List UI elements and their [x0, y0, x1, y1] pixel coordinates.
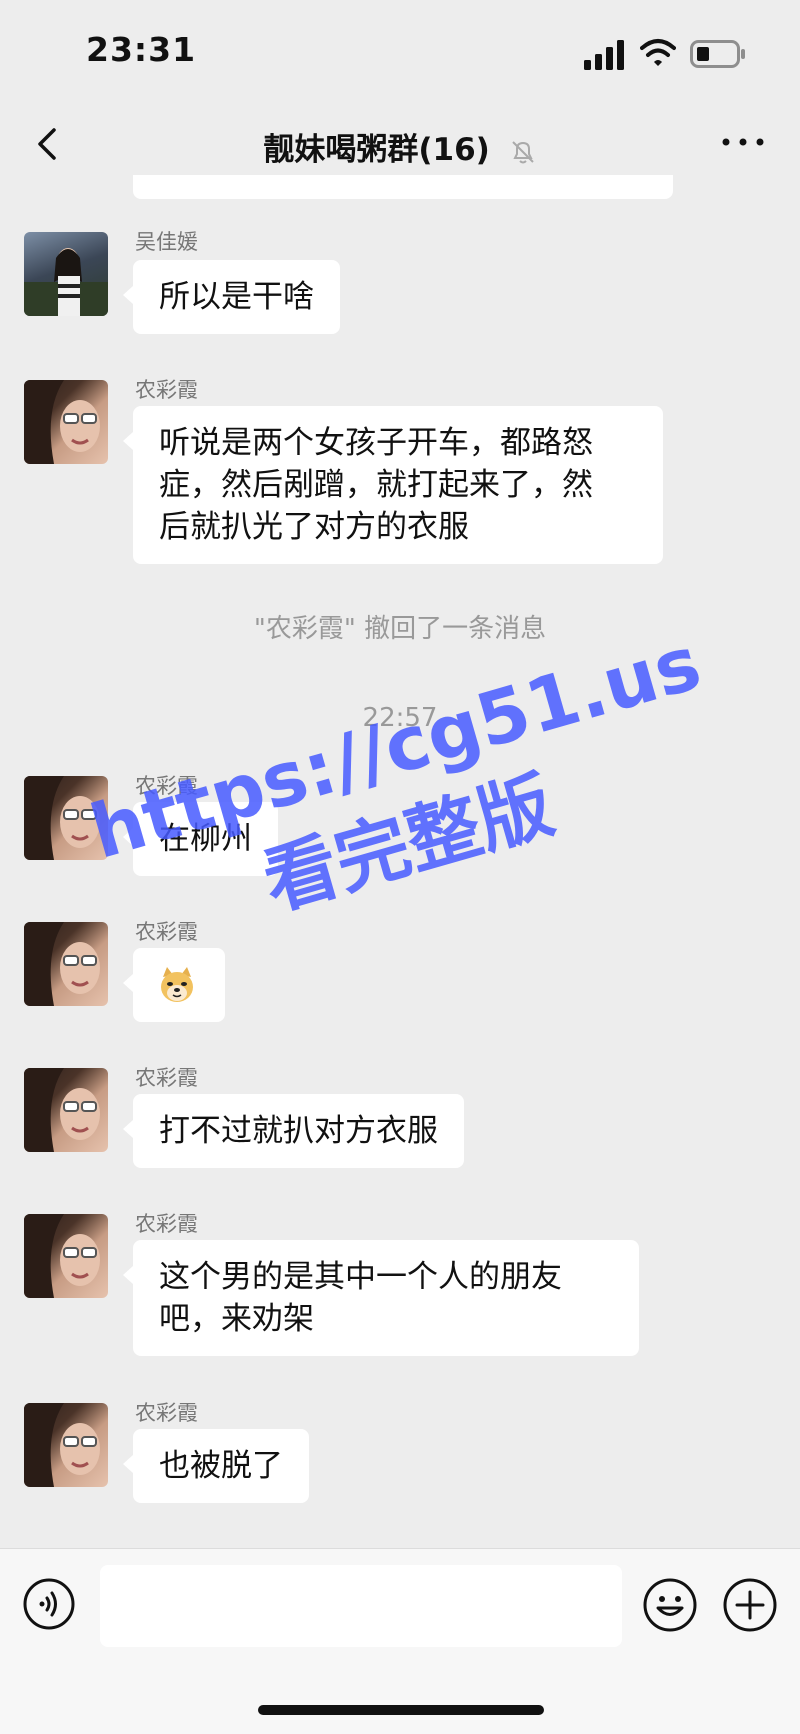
timestamp: 22:57: [362, 703, 438, 733]
message-bubble[interactable]: 这个男的是其中一个人的朋友 吧，来劝架: [123, 1240, 639, 1356]
sender-name: 农彩霞: [135, 1212, 198, 1236]
message-bubble[interactable]: 打不过就扒对方衣服: [123, 1094, 464, 1168]
sender-name: 农彩霞: [135, 1066, 198, 1090]
avatar[interactable]: [24, 232, 108, 316]
avatar[interactable]: [24, 776, 108, 860]
message-input[interactable]: [100, 1565, 622, 1647]
chat-title-text: 靓妹喝粥群(16): [263, 132, 490, 168]
message-bubble[interactable]: 也被脱了: [123, 1429, 309, 1503]
message-line: 这个男的是其中一个人的朋友: [159, 1259, 562, 1295]
message-bubble[interactable]: 在柳州: [123, 802, 278, 876]
sender-name: 农彩霞: [135, 920, 198, 944]
recall-notice: "农彩霞" 撤回了一条消息: [253, 614, 547, 644]
signal-icon: [584, 40, 624, 70]
sender-name: 农彩霞: [135, 1401, 198, 1425]
status-bar: 23:31: [0, 0, 800, 100]
avatar[interactable]: [24, 1403, 108, 1487]
bell-slash-icon: [511, 140, 534, 163]
message-line: 听说是两个女孩子开车，都路怒: [159, 425, 593, 461]
home-indicator: [258, 1705, 544, 1715]
emoji-icon[interactable]: [642, 1577, 698, 1633]
message-line: 后就扒光了对方的衣服: [159, 509, 469, 545]
message-bubble[interactable]: 听说是两个女孩子开车，都路怒 症，然后剐蹭，就打起来了，然 后就扒光了对方的衣服: [123, 406, 663, 564]
avatar[interactable]: [24, 1068, 108, 1152]
sender-name: 农彩霞: [135, 378, 198, 402]
partial-message-bubble: [133, 175, 673, 199]
avatar[interactable]: [24, 1214, 108, 1298]
avatar[interactable]: [24, 922, 108, 1006]
chat-title[interactable]: 靓妹喝粥群(16): [0, 124, 800, 169]
plus-icon[interactable]: [722, 1577, 778, 1633]
message-line: 症，然后剐蹭，就打起来了，然: [159, 467, 593, 503]
message-bubble[interactable]: [123, 948, 225, 1022]
avatar[interactable]: [24, 380, 108, 464]
battery-icon: [690, 40, 745, 68]
status-time: 23:31: [86, 30, 197, 69]
voice-icon[interactable]: [22, 1577, 76, 1631]
more-icon[interactable]: [718, 130, 768, 154]
wifi-icon: [640, 39, 676, 66]
doge-emoji-icon: [161, 967, 193, 1002]
sender-name: 吴佳媛: [135, 230, 198, 254]
sender-name: 农彩霞: [135, 774, 198, 798]
message-bubble[interactable]: 所以是干啥: [123, 260, 340, 334]
input-bar: [0, 1548, 800, 1734]
message-line: 吧，来劝架: [159, 1301, 314, 1337]
